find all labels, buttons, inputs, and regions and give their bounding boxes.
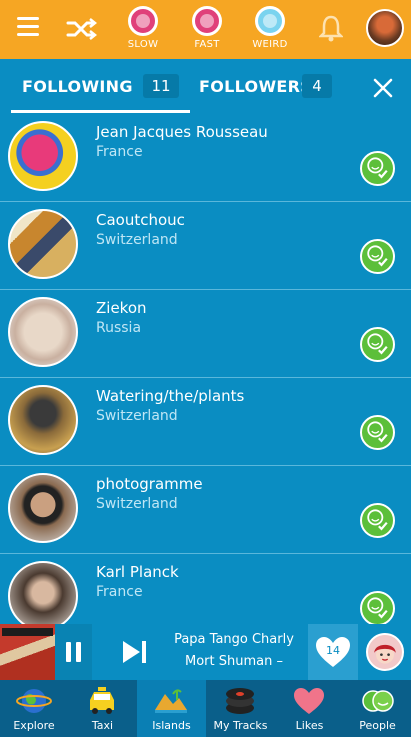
nav-taxi[interactable]: Taxi <box>68 680 137 737</box>
taxi-icon <box>90 687 114 714</box>
like-count: 14 <box>326 644 340 657</box>
person-name: Karl Planck <box>96 563 179 581</box>
active-tab-indicator <box>11 110 190 113</box>
nav-label: Islands <box>152 719 191 732</box>
list-item[interactable]: Ziekon Russia <box>0 290 411 378</box>
avatar <box>8 297 78 367</box>
nav-label: My Tracks <box>213 719 268 732</box>
tab-followers[interactable]: FOLLOWERS <box>199 77 312 96</box>
person-country: Switzerland <box>96 232 178 248</box>
mood-weird-button[interactable]: WEIRD <box>242 6 298 50</box>
track-title: Papa Tango Charly <box>174 632 294 647</box>
avatar <box>8 121 78 191</box>
person-country: Switzerland <box>96 496 178 512</box>
avatar <box>8 561 78 624</box>
followed-check-button[interactable] <box>360 591 395 624</box>
nav-explore[interactable]: Explore <box>0 680 68 737</box>
mood-label: FAST <box>194 39 220 50</box>
followed-check-button[interactable] <box>360 151 395 186</box>
avatar <box>8 385 78 455</box>
album-cover[interactable] <box>0 624 55 680</box>
people-icon <box>362 690 394 712</box>
avatar <box>8 209 78 279</box>
avatar <box>8 473 78 543</box>
pause-button[interactable] <box>55 624 92 680</box>
person-country: Russia <box>96 320 142 336</box>
person-name: Jean Jacques Rousseau <box>96 123 268 141</box>
menu-icon[interactable] <box>17 17 39 37</box>
nav-my-tracks[interactable]: My Tracks <box>206 680 275 737</box>
list-item[interactable]: Caoutchouc Switzerland <box>0 202 411 290</box>
fast-orb-icon <box>192 6 222 36</box>
followed-check-button[interactable] <box>360 239 395 274</box>
mood-label: WEIRD <box>252 39 288 50</box>
mini-player: Papa Tango Charly Mort Shuman – 14 <box>0 624 411 680</box>
followed-check-button[interactable] <box>360 415 395 450</box>
islands-icon <box>155 689 187 713</box>
followed-check-button[interactable] <box>360 503 395 538</box>
person-name: photogramme <box>96 475 203 493</box>
person-name: Ziekon <box>96 299 147 317</box>
person-check-icon <box>367 245 388 267</box>
nav-label: Taxi <box>91 719 114 732</box>
person-check-icon <box>367 597 388 619</box>
mood-slow-button[interactable]: SLOW <box>115 6 171 50</box>
followed-check-button[interactable] <box>360 327 395 362</box>
globe-icon <box>16 689 52 713</box>
person-name: Caoutchouc <box>96 211 185 229</box>
followers-count-badge: 4 <box>302 74 332 98</box>
mood-fast-button[interactable]: FAST <box>179 6 235 50</box>
weird-orb-icon <box>255 6 285 36</box>
mood-label: SLOW <box>127 39 159 50</box>
nav-likes[interactable]: Likes <box>275 680 344 737</box>
top-bar: SLOW FAST WEIRD <box>0 0 411 59</box>
person-check-icon <box>367 333 388 355</box>
shuffle-icon[interactable] <box>66 14 98 44</box>
person-check-icon <box>367 421 388 443</box>
nav-label: Likes <box>295 719 324 732</box>
player-avatar[interactable] <box>366 633 404 671</box>
heart-icon <box>294 688 324 714</box>
nav-label: People <box>359 719 396 732</box>
person-name: Watering/the/plants <box>96 387 245 405</box>
bottom-nav: Explore Taxi Islands My Tracks Likes Peo… <box>0 680 411 737</box>
follow-tabs: FOLLOWING 11 FOLLOWERS 4 <box>0 59 411 114</box>
person-country: France <box>96 144 143 160</box>
user-avatar[interactable] <box>366 9 404 47</box>
nav-people[interactable]: People <box>344 680 411 737</box>
person-check-icon <box>367 509 388 531</box>
track-artist: Mort Shuman – <box>185 654 283 669</box>
bell-icon[interactable] <box>319 14 343 42</box>
person-check-icon <box>367 157 388 179</box>
close-icon[interactable] <box>373 78 393 98</box>
nav-label: Explore <box>13 719 55 732</box>
people-list: Jean Jacques Rousseau France Caoutchouc … <box>0 114 411 624</box>
nav-islands[interactable]: Islands <box>137 680 206 737</box>
tab-following[interactable]: FOLLOWING <box>22 77 133 96</box>
like-button[interactable]: 14 <box>308 624 358 680</box>
list-item[interactable]: Karl Planck France <box>0 554 411 624</box>
person-country: Switzerland <box>96 408 178 424</box>
slow-orb-icon <box>128 6 158 36</box>
list-item[interactable]: Watering/the/plants Switzerland <box>0 378 411 466</box>
following-count-badge: 11 <box>143 74 179 98</box>
list-item[interactable]: Jean Jacques Rousseau France <box>0 114 411 202</box>
next-track-icon[interactable] <box>120 639 150 665</box>
list-item[interactable]: photogramme Switzerland <box>0 466 411 554</box>
person-country: France <box>96 584 143 600</box>
records-icon <box>226 688 254 714</box>
